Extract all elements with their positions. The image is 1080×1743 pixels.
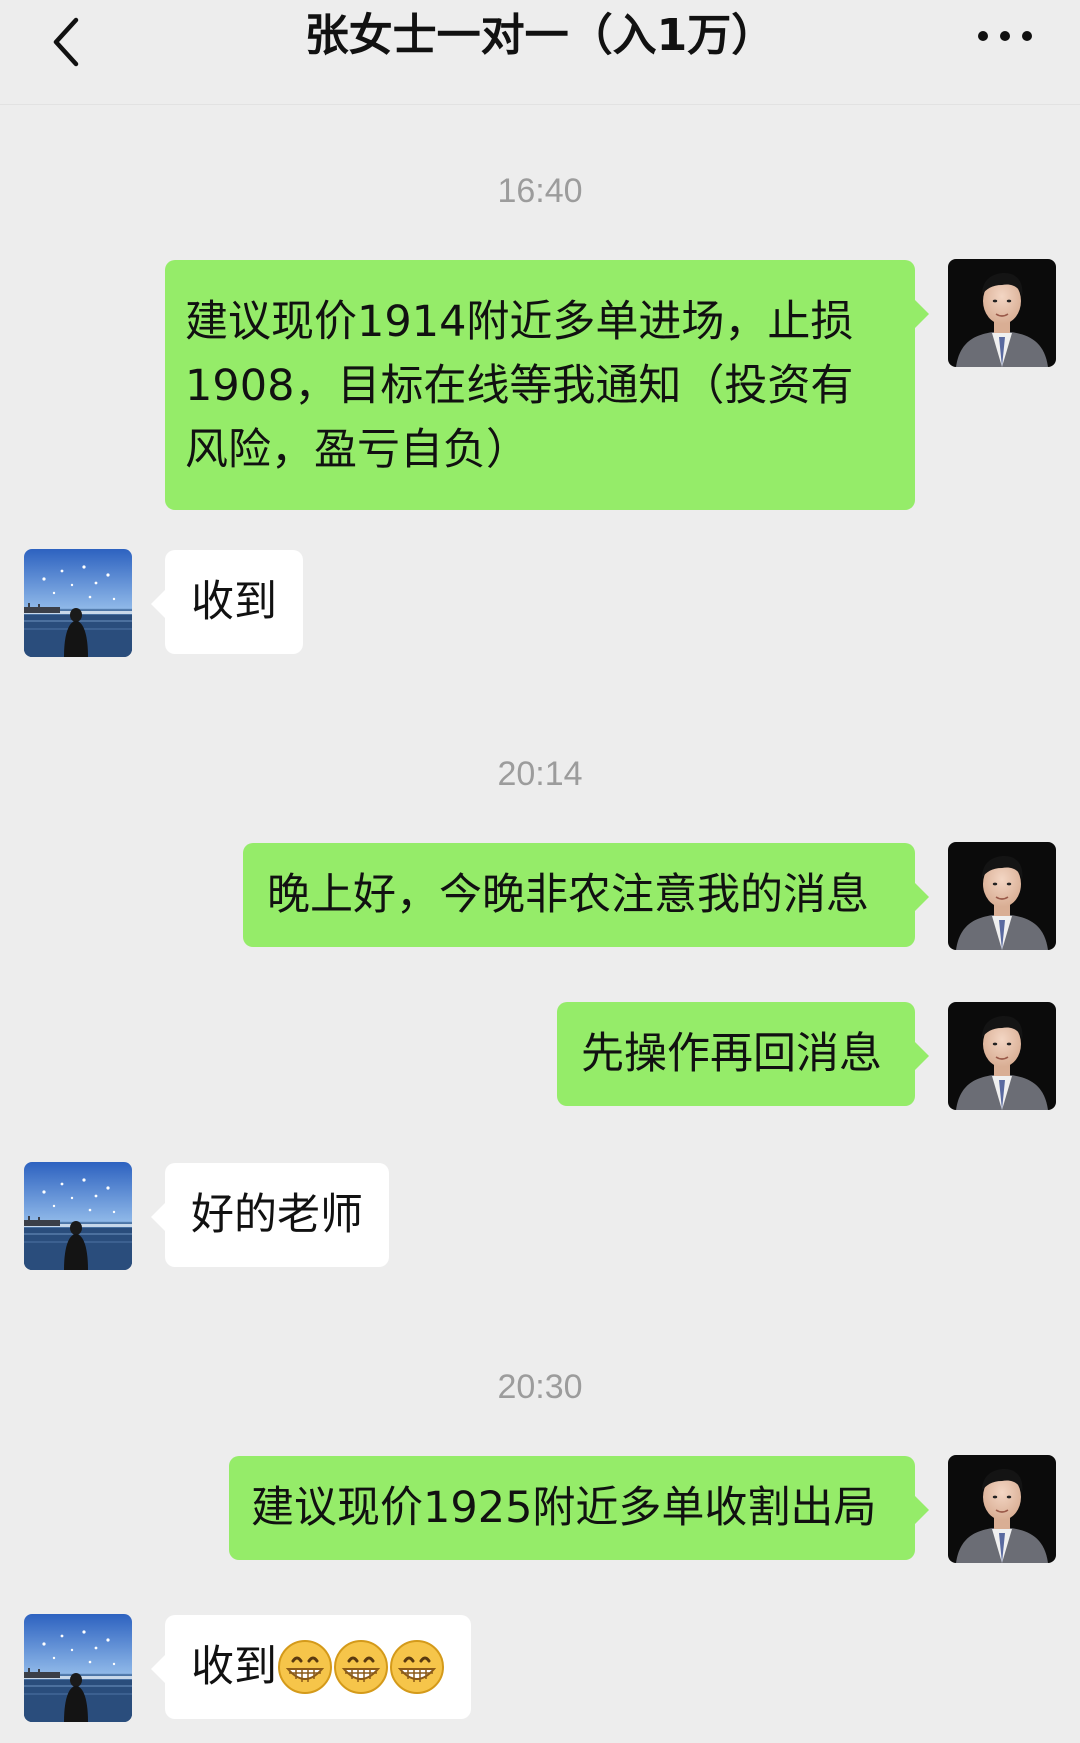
timestamp: 20:14	[497, 755, 583, 793]
contact-avatar[interactable]	[24, 1614, 132, 1722]
contact-avatar[interactable]	[24, 1162, 132, 1270]
message-text: 晚上好，今晚非农注意我的消息	[267, 870, 869, 920]
message-text: 收到	[191, 1642, 277, 1692]
incoming-message-bubble[interactable]: 收到	[151, 550, 303, 654]
message-text: 好的老师	[191, 1190, 363, 1240]
incoming-message-bubble[interactable]: 好的老师	[151, 1163, 389, 1267]
outgoing-message-bubble[interactable]: 建议现价1914附近多单进场，止损1908，目标在线等我通知（投资有风险，盈亏自…	[165, 260, 929, 510]
my-avatar[interactable]	[948, 259, 1056, 367]
message-text: 建议现价1925附近多单收割出局	[251, 1483, 877, 1533]
message-text: 先操作再回消息	[581, 1029, 882, 1079]
grinning-face-emoji-icon	[333, 1639, 389, 1695]
incoming-message-bubble[interactable]: 收到	[151, 1615, 471, 1719]
message-text: 收到	[191, 577, 277, 627]
outgoing-message-bubble[interactable]: 先操作再回消息	[557, 1002, 929, 1106]
more-dots-icon	[978, 31, 1032, 41]
my-avatar[interactable]	[948, 1002, 1056, 1110]
timestamp: 20:30	[497, 1368, 583, 1406]
chat-header: 张女士一对一（入1万）	[0, 0, 1080, 105]
more-button[interactable]	[970, 18, 1040, 54]
chat-title: 张女士一对一（入1万）	[304, 10, 776, 61]
grinning-face-emoji-icon	[389, 1639, 445, 1695]
my-avatar[interactable]	[948, 1455, 1056, 1563]
outgoing-message-bubble[interactable]: 建议现价1925附近多单收割出局	[229, 1456, 929, 1560]
timestamp: 16:40	[497, 172, 583, 210]
contact-avatar[interactable]	[24, 549, 132, 657]
grinning-face-emoji-icon	[277, 1639, 333, 1695]
my-avatar[interactable]	[948, 842, 1056, 950]
outgoing-message-bubble[interactable]: 晚上好，今晚非农注意我的消息	[243, 843, 929, 947]
message-text: 建议现价1914附近多单进场，止损1908，目标在线等我通知（投资有风险，盈亏自…	[185, 297, 854, 475]
